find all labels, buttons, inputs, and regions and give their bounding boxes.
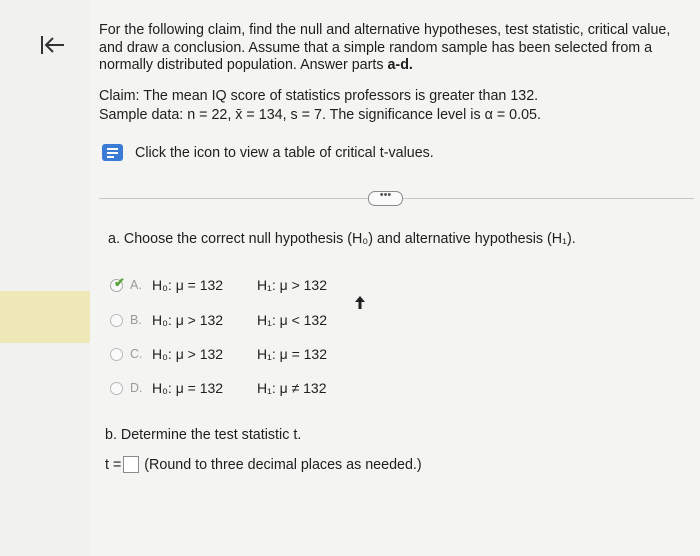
option-letter: A. xyxy=(130,278,142,292)
null-hypothesis: H₀: μ = 132 xyxy=(152,277,224,293)
test-statistic-input[interactable] xyxy=(123,456,140,473)
null-hypothesis: H₀: μ = 132 xyxy=(152,380,224,396)
question-line-2: and draw a conclusion. Assume that a sim… xyxy=(99,39,653,56)
answer-row: t = (Round to three decimal places as ne… xyxy=(105,456,422,473)
question-line-3: normally distributed population. Answer … xyxy=(99,57,689,75)
option-letter: C. xyxy=(130,347,143,361)
question-parts: a-d. xyxy=(387,57,413,73)
critical-values-link-label[interactable]: Click the icon to view a table of critic… xyxy=(135,145,434,161)
checkmark-icon: ✔ xyxy=(114,274,125,290)
radio-button-selected[interactable]: ✔ xyxy=(110,275,125,292)
null-hypothesis: H₀: μ > 132 xyxy=(152,312,224,328)
mouse-cursor-icon xyxy=(355,296,365,309)
expand-more-button[interactable]: ••• xyxy=(368,190,403,206)
alternative-hypothesis: H₁: μ > 132 xyxy=(257,277,327,293)
collapse-back-button[interactable] xyxy=(38,33,68,57)
null-hypothesis: H₀: μ > 132 xyxy=(152,346,224,362)
back-to-start-icon xyxy=(41,36,64,54)
radio-button[interactable] xyxy=(110,347,123,361)
alternative-hypothesis: H₁: μ = 132 xyxy=(257,346,327,362)
rounding-hint: (Round to three decimal places as needed… xyxy=(144,456,422,473)
left-rail xyxy=(0,0,90,556)
option-c[interactable]: C. H₀: μ > 132 H₁: μ = 132 xyxy=(110,343,327,365)
table-icon[interactable] xyxy=(102,144,123,161)
radio-button[interactable] xyxy=(110,313,123,327)
radio-button[interactable] xyxy=(110,381,123,395)
option-letter: B. xyxy=(130,313,142,327)
alternative-hypothesis: H₁: μ < 132 xyxy=(257,312,327,328)
question-text: For the following claim, find the null a… xyxy=(99,22,689,75)
option-a[interactable]: ✔ A. H₀: μ = 132 H₁: μ > 132 xyxy=(110,274,327,296)
option-letter: D. xyxy=(130,381,143,395)
critical-values-link[interactable]: Click the icon to view a table of critic… xyxy=(102,144,434,161)
claim-block: Claim: The mean IQ score of statistics p… xyxy=(99,87,541,125)
question-line-3-text: normally distributed population. Answer … xyxy=(99,57,388,73)
part-a-prompt: a. Choose the correct null hypothesis (H… xyxy=(108,231,576,247)
part-b-prompt: b. Determine the test statistic t. xyxy=(105,427,302,443)
question-content: For the following claim, find the null a… xyxy=(99,0,694,556)
sample-data-text: Sample data: n = 22, x̄ = 134, s = 7. Th… xyxy=(99,107,541,123)
question-line-1: For the following claim, find the null a… xyxy=(99,22,671,38)
option-d[interactable]: D. H₀: μ = 132 H₁: μ ≠ 132 xyxy=(110,377,327,399)
option-b[interactable]: B. H₀: μ > 132 H₁: μ < 132 xyxy=(110,309,327,331)
claim-text: Claim: The mean IQ score of statistics p… xyxy=(99,88,539,104)
alternative-hypothesis: H₁: μ ≠ 132 xyxy=(257,380,327,396)
answer-label: t = xyxy=(105,456,122,473)
highlight-band xyxy=(0,291,90,343)
